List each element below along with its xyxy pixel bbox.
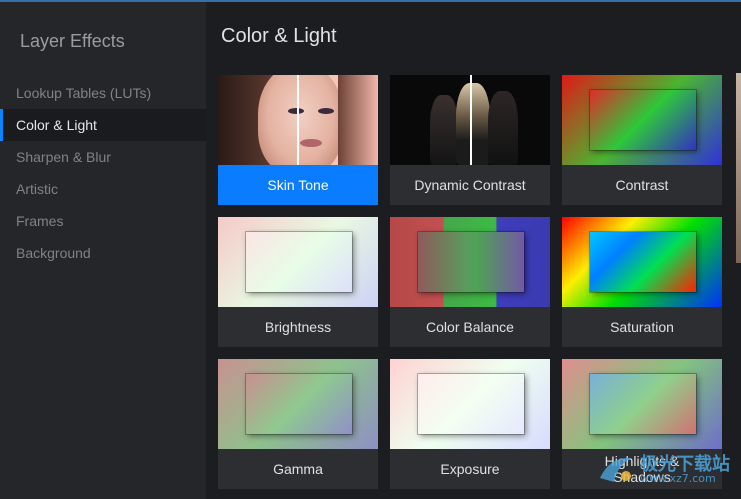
sidebar-title: Layer Effects (20, 31, 125, 51)
effect-card-gamma[interactable]: Gamma (218, 359, 378, 489)
effect-label: Gamma (273, 461, 323, 477)
effect-card-contrast[interactable]: Contrast (562, 75, 722, 205)
thumbnail-face (258, 75, 343, 165)
thumbnail-hair (338, 75, 378, 165)
thumbnail-preview-panel (590, 232, 696, 292)
effect-card-skin-tone[interactable]: Skin Tone (218, 75, 378, 205)
color-balance-thumbnail (390, 217, 550, 307)
sidebar-item-color-light[interactable]: Color & Light (0, 109, 206, 141)
gamma-thumbnail (218, 359, 378, 449)
thumbnail-lips (300, 139, 322, 147)
highlights-shadows-thumbnail (562, 359, 722, 449)
thumbnail-preview-panel (418, 232, 524, 292)
page-title: Color & Light (221, 25, 337, 47)
effect-label: Contrast (615, 177, 669, 193)
effect-label: Exposure (440, 461, 500, 477)
effects-panel: Color & Light Skin Tone Dynamic Contrast… (206, 2, 741, 499)
thumbnail-eye (288, 108, 304, 114)
sidebar-nav: Lookup Tables (LUTs) Color & Light Sharp… (0, 77, 206, 269)
thumbnail-preview-panel (246, 374, 352, 434)
exposure-thumbnail (390, 359, 550, 449)
thumbnail-preview-panel (418, 374, 524, 434)
saturation-thumbnail (562, 217, 722, 307)
effect-card-exposure[interactable]: Exposure (390, 359, 550, 489)
sidebar: Layer Effects Lookup Tables (LUTs) Color… (0, 2, 206, 499)
thumbnail-person (456, 83, 490, 165)
effect-label: Highlights & Shadows (604, 453, 680, 485)
before-after-divider (470, 75, 472, 165)
effect-label: Skin Tone (218, 165, 378, 205)
thumbnail-preview-panel (590, 374, 696, 434)
sidebar-item-sharpen-blur[interactable]: Sharpen & Blur (0, 141, 206, 173)
thumbnail-preview-panel (246, 232, 352, 292)
thumbnail-person (488, 91, 518, 165)
effect-label: Brightness (264, 319, 332, 335)
thumbnail-eye (318, 108, 334, 114)
sidebar-item-frames[interactable]: Frames (0, 205, 206, 237)
brightness-thumbnail (218, 217, 378, 307)
before-after-divider (297, 75, 299, 165)
thumbnail-preview-panel (590, 90, 696, 150)
effect-card-brightness[interactable]: Brightness (218, 217, 378, 347)
sidebar-item-artistic[interactable]: Artistic (0, 173, 206, 205)
effect-label: Saturation (610, 319, 674, 335)
contrast-thumbnail (562, 75, 722, 165)
effect-label: Dynamic Contrast (414, 177, 526, 193)
dynamic-contrast-thumbnail (390, 75, 550, 165)
adjacent-panel-edge (736, 73, 741, 263)
skin-tone-thumbnail (218, 75, 378, 165)
effect-card-dynamic-contrast[interactable]: Dynamic Contrast (390, 75, 550, 205)
effect-card-highlights-shadows[interactable]: Highlights & Shadows (562, 359, 722, 489)
effect-card-color-balance[interactable]: Color Balance (390, 217, 550, 347)
effect-card-saturation[interactable]: Saturation (562, 217, 722, 347)
sidebar-item-background[interactable]: Background (0, 237, 206, 269)
thumbnail-person (430, 95, 458, 165)
effect-label: Color Balance (426, 319, 514, 335)
sidebar-item-luts[interactable]: Lookup Tables (LUTs) (0, 77, 206, 109)
